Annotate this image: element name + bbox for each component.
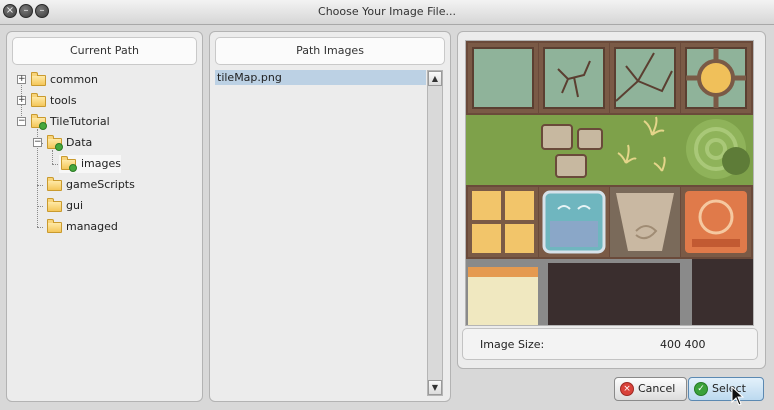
folder-icon bbox=[31, 93, 46, 107]
title-bar: × – – Choose Your Image File... bbox=[0, 0, 774, 25]
tree-item-label: images bbox=[81, 157, 121, 170]
current-path-header: Current Path bbox=[12, 37, 197, 65]
select-button[interactable]: ✓ Select bbox=[688, 377, 764, 401]
tree-item-label: Data bbox=[66, 136, 93, 149]
current-path-panel: Current Path + common + tools − TileTuto… bbox=[6, 31, 203, 402]
folder-icon bbox=[47, 219, 62, 233]
cancel-icon: × bbox=[620, 382, 634, 396]
image-preview bbox=[465, 40, 754, 326]
tree-item-label: managed bbox=[66, 220, 118, 233]
tree-item-tools[interactable]: + tools bbox=[17, 92, 197, 110]
file-name: tileMap.png bbox=[217, 71, 282, 84]
tree-item-gamescripts[interactable]: gameScripts bbox=[43, 176, 193, 194]
folder-icon bbox=[47, 177, 62, 191]
check-icon: ✓ bbox=[694, 382, 708, 396]
tree-item-images[interactable]: images bbox=[59, 155, 121, 173]
mouse-cursor-icon bbox=[731, 386, 745, 406]
tree-item-tiletutorial[interactable]: − TileTutorial bbox=[17, 113, 197, 131]
path-images-panel: Path Images tileMap.png ▲ ▼ bbox=[209, 31, 451, 402]
tilemap-image bbox=[466, 41, 753, 325]
tree-item-label: tools bbox=[50, 94, 77, 107]
tree-item-common[interactable]: + common bbox=[17, 71, 197, 89]
window-title: Choose Your Image File... bbox=[318, 5, 456, 18]
tree-connector bbox=[52, 164, 58, 165]
arrow-badge-icon bbox=[69, 164, 77, 172]
tree-item-data[interactable]: − Data bbox=[33, 134, 193, 152]
scroll-down-icon[interactable]: ▼ bbox=[428, 380, 442, 395]
path-images-header: Path Images bbox=[215, 37, 445, 65]
tree-connector bbox=[52, 150, 53, 164]
folder-icon bbox=[31, 72, 46, 86]
tree-item-label: common bbox=[50, 73, 98, 86]
expand-icon[interactable]: + bbox=[17, 96, 26, 105]
image-info-bar: Image Size: 400 400 bbox=[462, 328, 758, 360]
tree-item-label: TileTutorial bbox=[50, 115, 110, 128]
collapse-icon[interactable]: − bbox=[17, 117, 26, 126]
file-list-scrollbar[interactable]: ▲ ▼ bbox=[427, 70, 443, 396]
collapse-icon[interactable]: − bbox=[33, 138, 42, 147]
tree-item-label: gui bbox=[66, 199, 84, 212]
image-size-value: 400 400 bbox=[660, 338, 706, 351]
arrow-badge-icon bbox=[39, 122, 47, 130]
file-list-item[interactable]: tileMap.png bbox=[215, 70, 426, 85]
image-size-label: Image Size: bbox=[480, 338, 545, 351]
cancel-button[interactable]: × Cancel bbox=[614, 377, 687, 401]
folder-icon bbox=[47, 198, 62, 212]
tree-item-managed[interactable]: managed bbox=[43, 218, 193, 236]
tree-item-label: gameScripts bbox=[66, 178, 135, 191]
tree-item-gui[interactable]: gui bbox=[43, 197, 193, 215]
scroll-up-icon[interactable]: ▲ bbox=[428, 71, 442, 86]
expand-icon[interactable]: + bbox=[17, 75, 26, 84]
arrow-badge-icon bbox=[55, 143, 63, 151]
